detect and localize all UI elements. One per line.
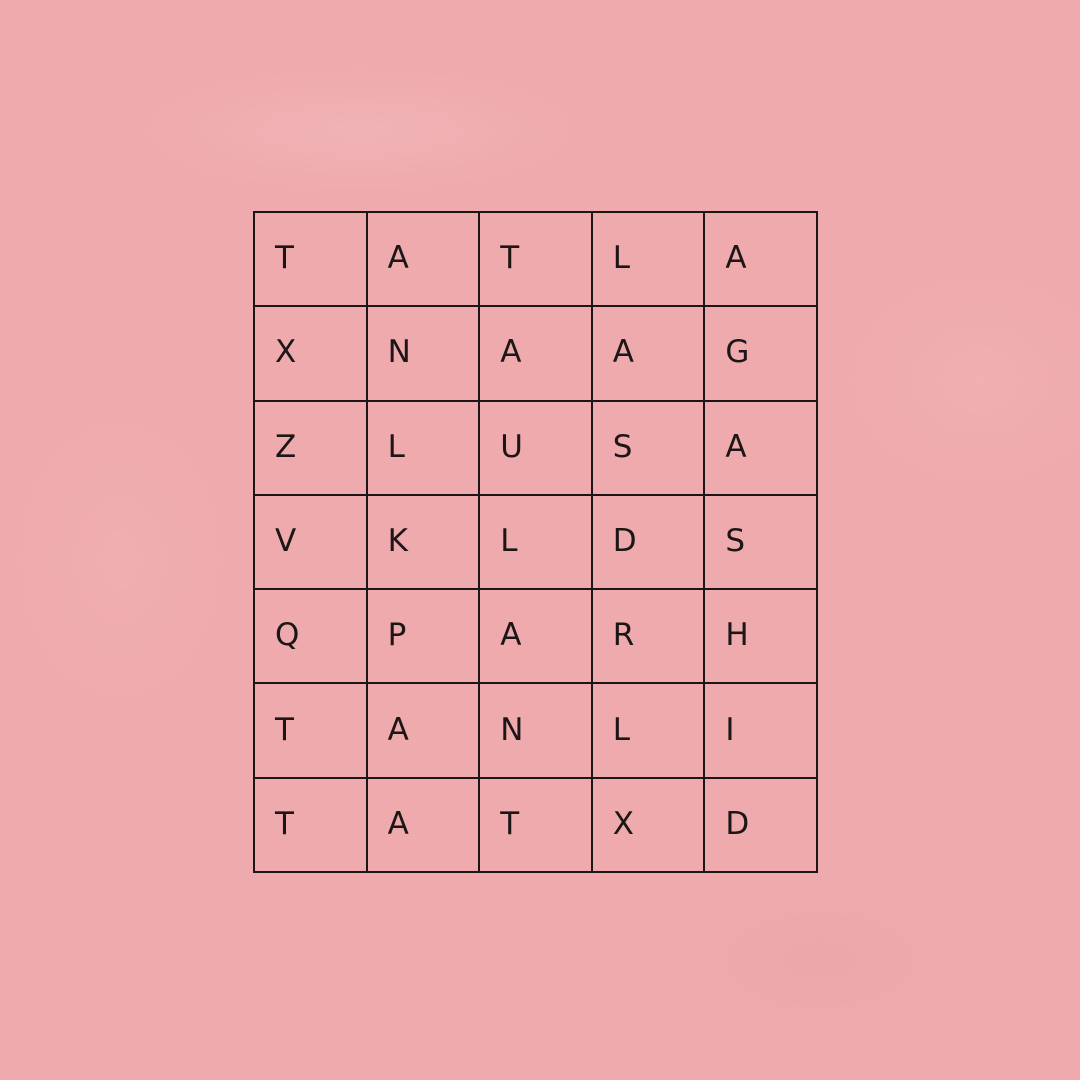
grid-cell[interactable]: A bbox=[367, 213, 481, 308]
grid-cell[interactable]: A bbox=[367, 778, 481, 873]
grid-cell[interactable]: D bbox=[592, 495, 706, 591]
grid-letter: S bbox=[612, 428, 633, 465]
grid-cell[interactable]: D bbox=[705, 778, 818, 873]
grid-cell[interactable]: X bbox=[255, 307, 368, 402]
grid-letter: A bbox=[725, 428, 747, 465]
grid-letter: Q bbox=[275, 617, 300, 654]
grid-cell[interactable]: K bbox=[367, 495, 481, 591]
grid-cell[interactable]: T bbox=[255, 684, 368, 779]
grid-letter: L bbox=[387, 428, 405, 465]
grid-letter: T bbox=[275, 711, 294, 748]
grid-letter: P bbox=[387, 617, 407, 654]
grid-letter: T bbox=[500, 805, 520, 842]
grid-cell[interactable]: P bbox=[367, 590, 481, 685]
grid-cell[interactable]: T bbox=[480, 778, 593, 873]
grid-cell[interactable]: N bbox=[367, 307, 481, 402]
grid-letter: A bbox=[387, 240, 409, 277]
grid-letter: T bbox=[275, 240, 294, 277]
grid-letter: X bbox=[275, 334, 297, 371]
grid-cell[interactable]: N bbox=[480, 684, 593, 779]
grid-cell[interactable]: T bbox=[480, 213, 593, 308]
grid-cell[interactable]: I bbox=[705, 684, 818, 779]
grid-letter: R bbox=[612, 617, 635, 654]
grid-cell[interactable]: T bbox=[255, 213, 368, 308]
grid-cell[interactable]: G bbox=[705, 307, 818, 402]
grid-cell[interactable]: Z bbox=[255, 401, 368, 496]
grid-letter: A bbox=[500, 334, 522, 371]
grid-cell[interactable]: X bbox=[592, 778, 706, 873]
grid-cell[interactable]: S bbox=[592, 401, 706, 496]
grid-letter: H bbox=[725, 617, 749, 654]
grid-letter: A bbox=[500, 617, 522, 654]
grid-letter: I bbox=[725, 711, 735, 748]
grid-cell[interactable]: A bbox=[367, 684, 481, 779]
grid-cell[interactable]: A bbox=[705, 213, 818, 308]
grid-letter: A bbox=[387, 805, 409, 842]
grid-cell[interactable]: S bbox=[705, 495, 818, 591]
grid-letter: A bbox=[725, 240, 747, 277]
grid-letter: T bbox=[275, 805, 294, 842]
grid-letter: L bbox=[612, 240, 631, 277]
grid-letter: K bbox=[387, 522, 408, 559]
grid-letter: U bbox=[500, 428, 523, 465]
grid-letter: L bbox=[500, 522, 518, 559]
grid-cell[interactable]: H bbox=[705, 590, 818, 685]
grid-letter: N bbox=[387, 334, 411, 371]
grid-cell[interactable]: L bbox=[480, 495, 593, 591]
grid-cell[interactable]: A bbox=[592, 307, 706, 402]
grid-letter: D bbox=[725, 805, 750, 842]
grid-cell[interactable]: U bbox=[480, 401, 593, 496]
grid-letter: G bbox=[725, 334, 750, 371]
grid-letter: D bbox=[612, 522, 637, 559]
grid-letter: Z bbox=[275, 428, 297, 465]
grid-cell[interactable]: L bbox=[592, 213, 706, 308]
grid-cell[interactable]: R bbox=[592, 590, 706, 685]
grid-letter: A bbox=[387, 711, 409, 748]
grid-letter: L bbox=[612, 711, 631, 748]
grid-letter: T bbox=[500, 240, 520, 277]
grid-letter: X bbox=[612, 805, 635, 842]
grid-letter: V bbox=[275, 522, 297, 559]
grid-cell[interactable]: V bbox=[255, 495, 368, 591]
grid-cell[interactable]: A bbox=[480, 307, 593, 402]
grid-cell[interactable]: A bbox=[480, 590, 593, 685]
grid-cell[interactable]: A bbox=[705, 401, 818, 496]
grid-letter: N bbox=[500, 711, 524, 748]
grid-letter: A bbox=[612, 334, 635, 371]
grid-cell[interactable]: L bbox=[592, 684, 706, 779]
grid-letter: S bbox=[725, 522, 746, 559]
grid-cell[interactable]: T bbox=[255, 778, 368, 873]
grid-cell[interactable]: Q bbox=[255, 590, 368, 685]
word-search-grid: T A T L A X N A A G Z L U S A V K L D S Q P A R H T A N L I T A T X D bbox=[253, 211, 818, 873]
grid-cell[interactable]: L bbox=[367, 401, 481, 496]
